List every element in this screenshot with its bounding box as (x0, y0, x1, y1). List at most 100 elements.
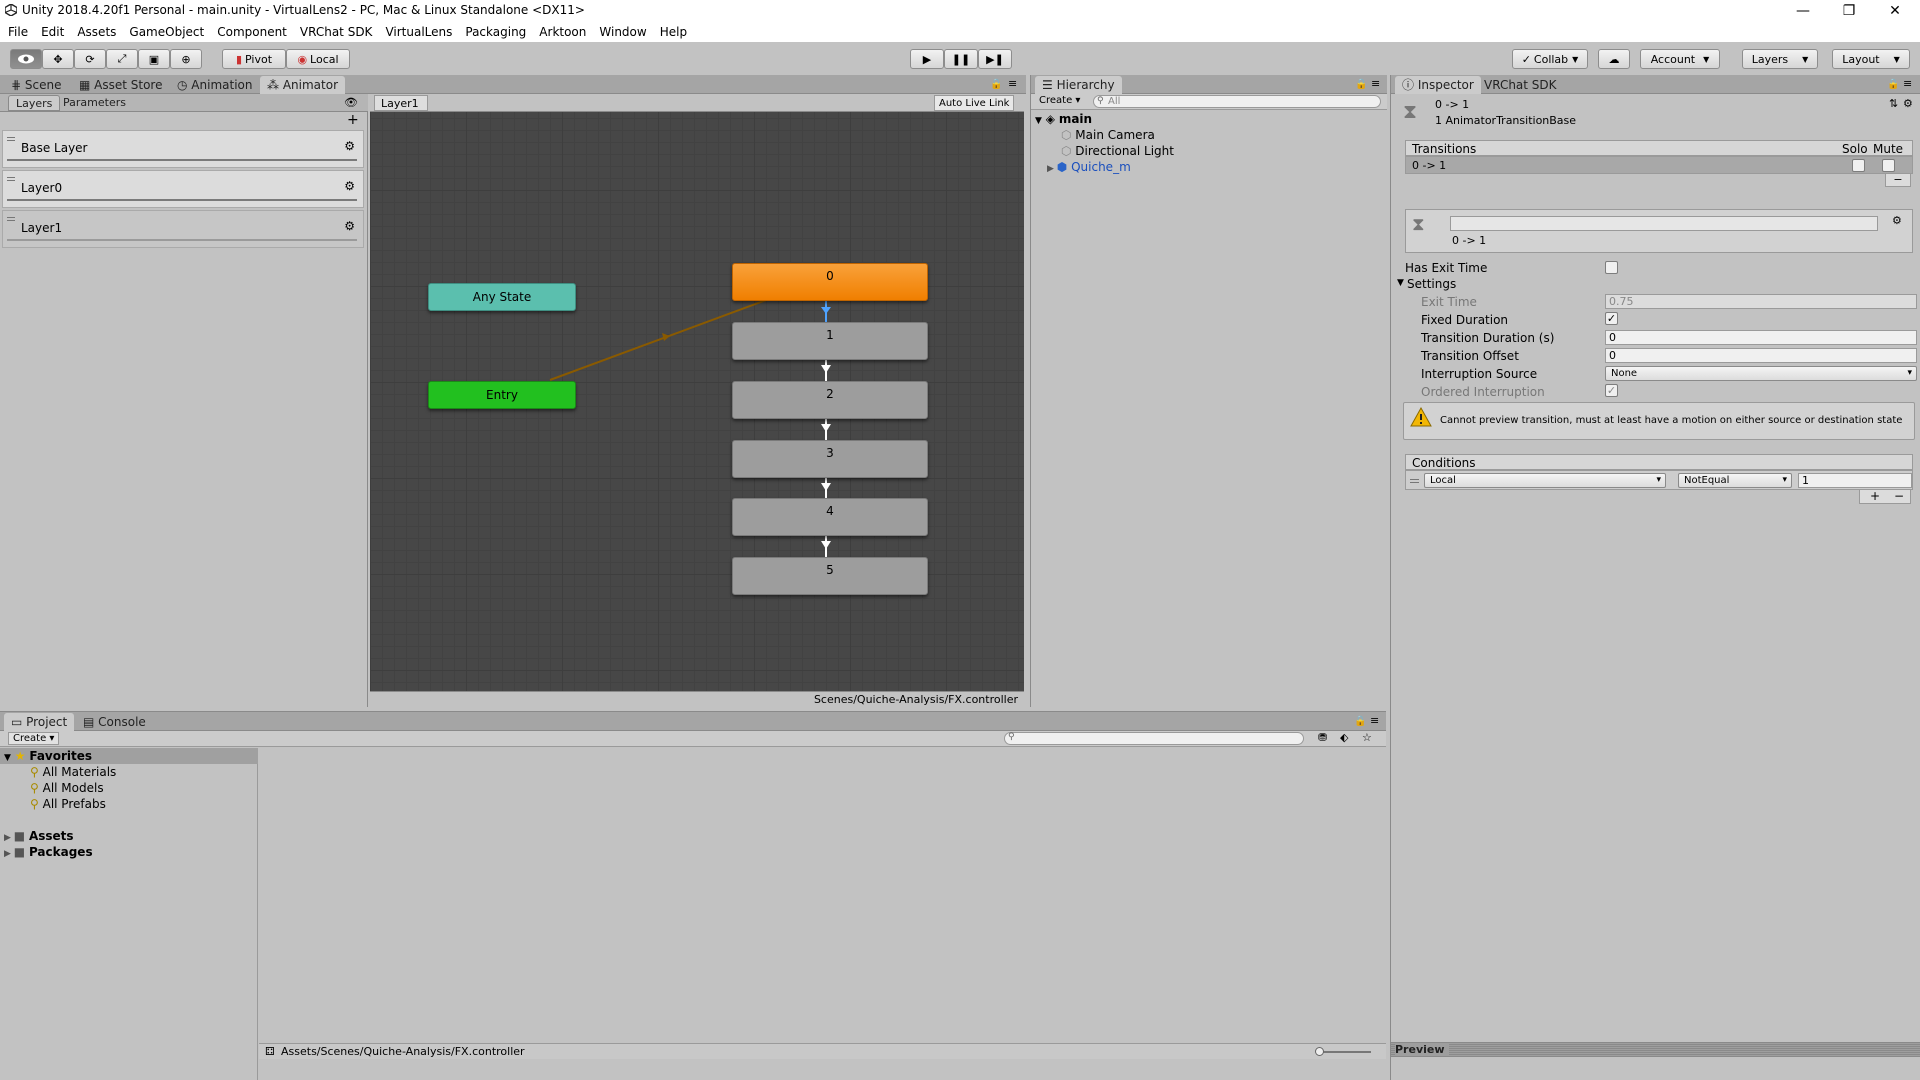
menu-file[interactable]: File (8, 25, 28, 39)
menu-virtuallens[interactable]: VirtualLens (385, 25, 452, 39)
menu-arktoon[interactable]: Arktoon (539, 25, 586, 39)
menu-vrchat-sdk[interactable]: VRChat SDK (300, 25, 373, 39)
tab-project[interactable]: ▭ Project (4, 713, 75, 731)
transition-offset-field[interactable]: 0 (1605, 348, 1917, 363)
condition-parameter-dropdown[interactable]: Local (1424, 473, 1666, 488)
rotate-tool-button[interactable]: ⟳ (74, 49, 106, 69)
menu-edit[interactable]: Edit (41, 25, 64, 39)
layer-row-layer0[interactable]: Layer0 ⚙ (2, 170, 364, 208)
scene-row[interactable]: ▼ ◈ main (1035, 111, 1092, 127)
gear-icon[interactable]: ⚙ (344, 219, 355, 233)
tab-vrchat-sdk[interactable]: VRChat SDK (1477, 76, 1564, 94)
fixed-duration-checkbox[interactable]: ✓ (1605, 312, 1618, 325)
panel-menu-icon[interactable]: ≡ (1370, 714, 1379, 727)
add-layer-button[interactable]: + (347, 112, 359, 128)
account-dropdown[interactable]: Account ▼ (1640, 49, 1720, 69)
create-dropdown[interactable]: Create ▾ (8, 732, 60, 745)
gear-icon[interactable]: ⚙ (344, 139, 355, 153)
maximize-button[interactable]: ❐ (1826, 0, 1872, 22)
state-node-4[interactable]: 4 (732, 498, 928, 536)
hierarchy-item-main-camera[interactable]: ⬡ Main Camera (1061, 127, 1155, 143)
filter-label-icon[interactable]: ⬖ (1340, 731, 1348, 744)
help-icon[interactable]: ⇅ (1889, 97, 1898, 110)
minimize-button[interactable]: — (1780, 0, 1826, 22)
panel-menu-icon[interactable]: ≡ (1371, 77, 1380, 90)
favorite-item[interactable]: ⚲ All Models (30, 780, 104, 796)
state-node-5[interactable]: 5 (732, 557, 928, 595)
has-exit-time-checkbox[interactable] (1605, 261, 1618, 274)
interruption-source-dropdown[interactable]: None (1605, 366, 1917, 381)
remove-transition-button[interactable]: − (1885, 174, 1911, 187)
layout-dropdown[interactable]: Layout ▼ (1832, 49, 1910, 69)
pause-button[interactable]: ❚❚ (944, 49, 978, 69)
state-machine-graph[interactable]: Layer1 Auto Live Link Any State Entry 0 … (370, 94, 1024, 707)
local-toggle[interactable]: ◉ Local (286, 49, 350, 69)
drag-handle-icon[interactable] (1410, 479, 1419, 483)
favorite-item[interactable]: ⚲ All Prefabs (30, 796, 106, 812)
close-button[interactable]: ✕ (1872, 0, 1918, 22)
tab-console[interactable]: ▤ Console (76, 713, 153, 731)
favorites-row[interactable]: ▼ ★ Favorites (0, 748, 258, 764)
view-tool-button[interactable] (10, 49, 42, 69)
play-button[interactable]: ▶ (910, 49, 944, 69)
transition-list-row[interactable]: 0 -> 1 (1405, 156, 1913, 174)
tab-hierarchy[interactable]: ☰ Hierarchy (1035, 76, 1122, 94)
layers-dropdown[interactable]: Layers ▼ (1742, 49, 1818, 69)
create-dropdown[interactable]: Create ▾ (1039, 95, 1080, 106)
lock-icon[interactable]: 🔒 (1355, 79, 1367, 90)
menu-help[interactable]: Help (660, 25, 687, 39)
panel-menu-icon[interactable]: ≡ (1008, 77, 1017, 90)
add-condition-button[interactable]: + (1870, 490, 1880, 502)
tab-scene[interactable]: ⋕ Scene (4, 76, 68, 94)
step-button[interactable]: ▶❚ (978, 49, 1012, 69)
menu-gameobject[interactable]: GameObject (129, 25, 204, 39)
solo-checkbox[interactable] (1852, 159, 1865, 172)
hierarchy-item-directional-light[interactable]: ⬡ Directional Light (1061, 143, 1174, 159)
layer-row-layer1[interactable]: Layer1 ⚙ (2, 210, 364, 248)
menu-component[interactable]: Component (217, 25, 287, 39)
collab-dropdown[interactable]: ✓ Collab ▼ (1512, 49, 1588, 69)
tab-asset-store[interactable]: ▦ Asset Store (72, 76, 170, 94)
folder-row-assets[interactable]: ▶ ■ Assets (4, 828, 74, 844)
condition-row[interactable]: Local NotEqual 1 (1405, 470, 1913, 490)
slider-thumb[interactable] (1315, 1047, 1324, 1056)
gear-icon[interactable]: ⚙ (1903, 97, 1913, 110)
menu-assets[interactable]: Assets (77, 25, 116, 39)
pivot-toggle[interactable]: ▮ Pivot (222, 49, 286, 69)
state-node-2[interactable]: 2 (732, 381, 928, 419)
state-node-0[interactable]: 0 (732, 263, 928, 301)
transition-duration-field[interactable]: 0 (1605, 330, 1917, 345)
drag-handle-icon[interactable] (7, 217, 15, 221)
panel-menu-icon[interactable]: ≡ (1903, 77, 1912, 90)
scale-tool-button[interactable]: ⤢ (106, 49, 138, 69)
tab-layers[interactable]: Layers (8, 95, 61, 111)
favorite-item[interactable]: ⚲ All Materials (30, 764, 116, 780)
lock-icon[interactable]: 🔒 (1887, 79, 1899, 90)
state-node-3[interactable]: 3 (732, 440, 928, 478)
favorite-star-icon[interactable]: ☆ (1362, 731, 1372, 744)
tab-parameters[interactable]: Parameters (56, 95, 133, 111)
condition-mode-dropdown[interactable]: NotEqual (1678, 473, 1792, 488)
move-tool-button[interactable]: ✥ (42, 49, 74, 69)
drag-handle-icon[interactable] (7, 137, 15, 141)
folder-row-packages[interactable]: ▶ ■ Packages (4, 844, 93, 860)
lock-icon[interactable]: 🔒 (1354, 716, 1366, 727)
condition-value-field[interactable]: 1 (1798, 473, 1912, 488)
entry-node[interactable]: Entry (428, 381, 576, 409)
layer-row-base[interactable]: Base Layer ⚙ (2, 130, 364, 168)
drag-handle-icon[interactable] (7, 177, 15, 181)
expand-arrow-icon[interactable]: ▶ (1047, 164, 1057, 174)
gear-icon[interactable]: ⚙ (1892, 214, 1902, 227)
rect-tool-button[interactable]: ▣ (138, 49, 170, 69)
lock-icon[interactable]: 🔒 (990, 79, 1002, 90)
eye-toggle-icon[interactable]: 👁 (344, 96, 358, 109)
any-state-node[interactable]: Any State (428, 283, 576, 311)
hierarchy-search-input[interactable]: All (1093, 95, 1381, 108)
project-content-area[interactable] (259, 748, 1386, 1062)
state-node-1[interactable]: 1 (732, 322, 928, 360)
remove-condition-button[interactable]: − (1894, 490, 1904, 502)
icon-size-slider[interactable] (1319, 1051, 1371, 1053)
transform-tool-button[interactable]: ⊕ (170, 49, 202, 69)
preview-header[interactable]: Preview (1391, 1042, 1920, 1057)
tab-animation[interactable]: ◷ Animation (170, 76, 259, 94)
